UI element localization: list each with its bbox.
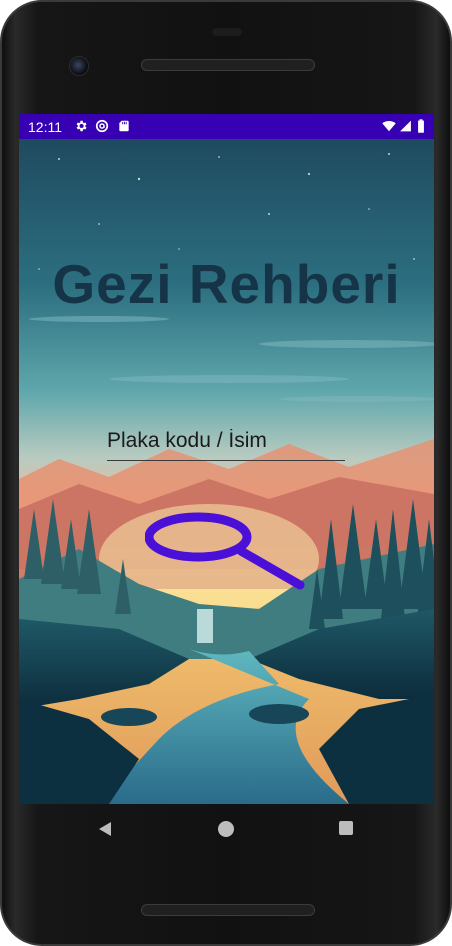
sdcard-icon — [119, 120, 129, 132]
speaker-grille — [141, 59, 315, 71]
magnifier-icon — [144, 512, 305, 590]
status-time: 12:11 — [28, 119, 62, 135]
front-camera — [69, 56, 89, 76]
battery-icon — [418, 119, 424, 133]
bottom-speaker-grille — [141, 904, 315, 916]
app-content: Gezi Rehberi — [19, 139, 434, 804]
signal-icon — [400, 120, 411, 132]
status-bar: 12:11 — [19, 114, 434, 139]
search-field-wrapper — [107, 422, 345, 461]
back-icon[interactable] — [97, 821, 113, 837]
screen: 12:11 Gezi Rehberi Plaka kodu / İsim — [19, 114, 434, 804]
wifi-icon — [382, 121, 396, 132]
at-icon — [95, 119, 109, 133]
recents-icon[interactable] — [339, 821, 353, 835]
landscape-background — [19, 139, 434, 804]
home-icon[interactable] — [218, 821, 234, 837]
search-button[interactable] — [144, 499, 305, 599]
search-input[interactable] — [107, 422, 345, 460]
earpiece — [212, 28, 242, 36]
app-title: Gezi Rehberi — [52, 253, 401, 315]
navigation-bar — [19, 804, 434, 854]
phone-frame: 12:11 Gezi Rehberi Plaka kodu / İsim — [0, 0, 452, 946]
gear-icon — [76, 120, 87, 132]
